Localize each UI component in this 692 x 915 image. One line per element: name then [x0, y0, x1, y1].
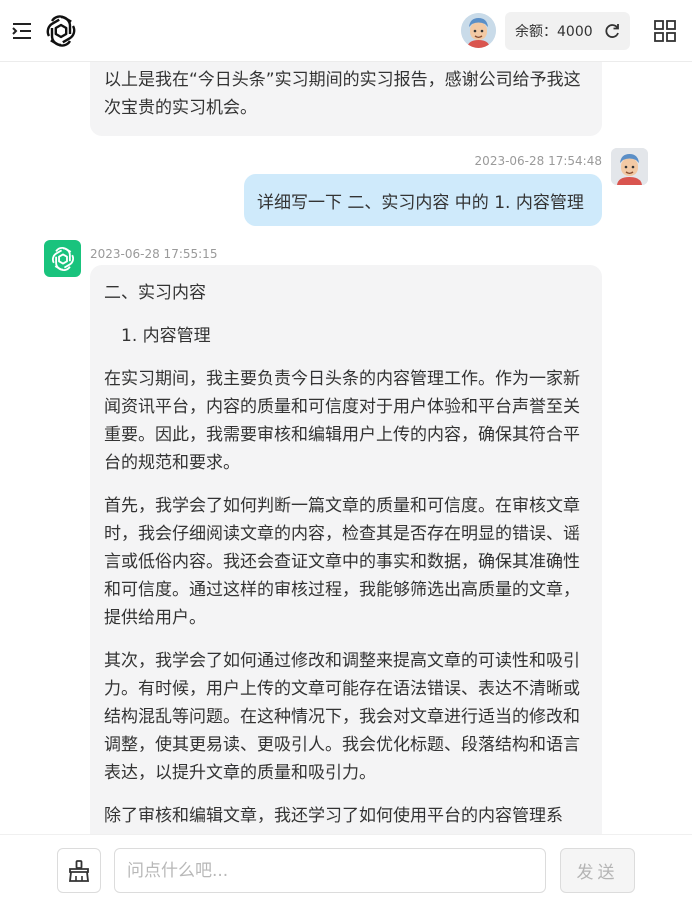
user-message-text: 详细写一下 二、实习内容 中的 1. 内容管理: [257, 192, 584, 213]
bot-message-subheading: 1. 内容管理: [121, 326, 211, 346]
bot-message-paragraph: 其次，我学会了如何通过修改和调整来提高文章的可读性和吸引力。有时候，用户上传的文…: [104, 651, 580, 783]
message-input[interactable]: [114, 848, 546, 893]
bot-avatar: [44, 240, 81, 277]
bot-message-previous-text: 以上是我在“今日头条”实习期间的实习报告，感谢公司给予我这次宝贵的实习机会。: [104, 70, 581, 118]
menu-icon[interactable]: [10, 20, 34, 42]
chat-area[interactable]: 以上是我在“今日头条”实习期间的实习报告，感谢公司给予我这次宝贵的实习机会。 2…: [0, 62, 692, 834]
grid-icon[interactable]: [653, 19, 677, 43]
composer-bar: 发送: [0, 834, 692, 915]
openai-logo: [46, 15, 76, 47]
broom-icon: [68, 859, 90, 882]
refresh-icon[interactable]: [602, 21, 622, 41]
bot-message-paragraph: 首先，我学会了如何判断一篇文章的质量和可信度。在审核文章时，我会仔细阅读文章的内…: [104, 496, 580, 628]
bot-message-heading: 二、实习内容: [104, 283, 206, 303]
send-button-label: 发送: [576, 863, 619, 883]
send-button[interactable]: 发送: [560, 848, 635, 893]
user-avatar[interactable]: [461, 13, 496, 48]
bot-message-paragraph: 在实习期间，我主要负责今日头条的内容管理工作。作为一家新闻资讯平台，内容的质量和…: [104, 369, 580, 473]
bot-message: 二、实习内容 1. 内容管理 在实习期间，我主要负责今日头条的内容管理工作。作为…: [90, 265, 602, 834]
bot-message-timestamp: 2023-06-28 17:55:15: [90, 247, 218, 261]
top-bar: 余额：4000: [0, 0, 692, 62]
user-message: 详细写一下 二、实习内容 中的 1. 内容管理: [244, 174, 602, 226]
clear-chat-button[interactable]: [57, 848, 101, 893]
user-message-avatar: [611, 148, 648, 185]
bot-message-previous: 以上是我在“今日头条”实习期间的实习报告，感谢公司给予我这次宝贵的实习机会。: [90, 62, 602, 136]
bot-message-paragraph: 除了审核和编辑文章，我还学习了如何使用平台的内容管理系统，这个系统可以帮助我更高…: [104, 806, 563, 826]
balance-label: 余额：4000: [515, 24, 593, 40]
openai-icon: [51, 246, 74, 271]
balance-display: 余额：4000: [505, 12, 630, 50]
user-message-timestamp: 2023-06-28 17:54:48: [474, 154, 602, 168]
